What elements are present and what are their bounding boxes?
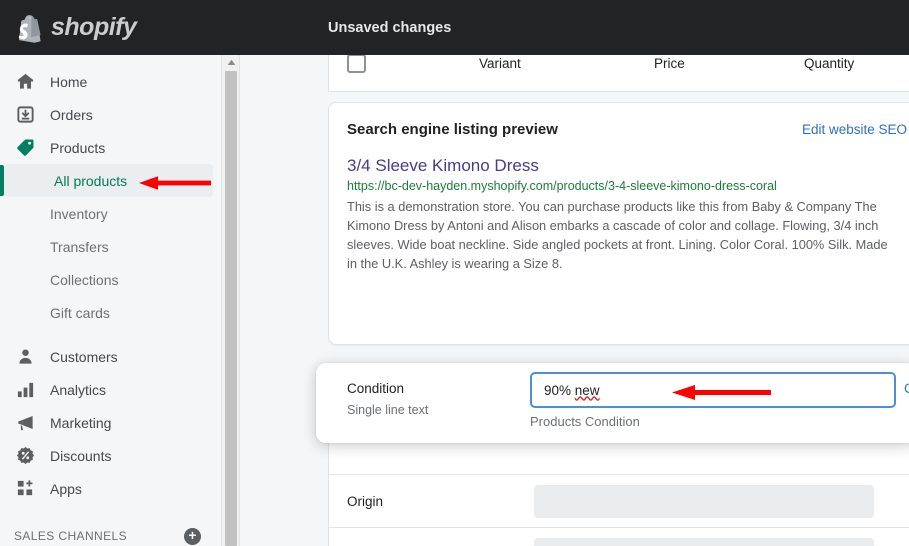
sidebar-item-all-products[interactable]: All products bbox=[4, 164, 213, 197]
apps-icon bbox=[14, 478, 36, 500]
orders-icon bbox=[14, 104, 36, 126]
sidebar-item-label: Discounts bbox=[50, 448, 111, 464]
sidebar-item-label: Collections bbox=[50, 272, 118, 288]
condition-field-type-hint: Single line text bbox=[347, 403, 428, 417]
page-gutter bbox=[240, 55, 328, 546]
sidebar-item-marketing[interactable]: Marketing bbox=[0, 406, 221, 439]
condition-value-misspelled-word: new bbox=[575, 383, 600, 398]
sidebar-item-inventory[interactable]: Inventory bbox=[0, 197, 213, 230]
sidebar-item-label: Customers bbox=[50, 349, 118, 365]
home-icon bbox=[14, 71, 36, 93]
unsaved-changes-status: Unsaved changes bbox=[328, 20, 451, 36]
seo-result-description: This is a demonstration store. You can p… bbox=[347, 197, 896, 273]
shopify-bag-icon bbox=[16, 13, 44, 43]
condition-value-input[interactable]: 90% new bbox=[530, 372, 896, 408]
customers-icon bbox=[14, 346, 36, 368]
plus-circle-icon[interactable]: + bbox=[184, 528, 201, 545]
seo-card-header: Search engine listing preview Edit websi… bbox=[347, 121, 907, 138]
main-content: Variant Price Quantity Search engine lis… bbox=[328, 55, 909, 546]
products-tag-icon bbox=[14, 137, 36, 159]
sidebar-item-transfers[interactable]: Transfers bbox=[0, 230, 213, 263]
seo-result-url: https://bc-dev-hayden.myshopify.com/prod… bbox=[347, 179, 907, 193]
condition-input-text: 90% new bbox=[544, 383, 600, 398]
sales-channels-label: SALES CHANNELS bbox=[14, 529, 127, 543]
column-header-variant: Variant bbox=[479, 56, 521, 71]
condition-field-overlay: Condition Single line text 90% new Produ… bbox=[316, 363, 909, 443]
top-bar: shopify Unsaved changes bbox=[0, 0, 909, 55]
analytics-icon bbox=[14, 379, 36, 401]
sidebar-scrollbar[interactable] bbox=[222, 55, 240, 546]
sales-channels-section: SALES CHANNELS + bbox=[0, 521, 221, 546]
sidebar-item-label: Orders bbox=[50, 107, 93, 123]
sidebar-item-label: Products bbox=[50, 140, 105, 156]
edit-website-seo-link[interactable]: Edit website SEO bbox=[802, 122, 907, 137]
scrollbar-thumb[interactable] bbox=[225, 71, 237, 546]
checkbox-unchecked-icon[interactable] bbox=[347, 55, 366, 73]
sidebar-item-label: Home bbox=[50, 74, 87, 90]
sidebar-item-label: Transfers bbox=[50, 239, 109, 255]
shopify-logo[interactable]: shopify bbox=[16, 13, 136, 43]
sidebar-item-gift-cards[interactable]: Gift cards bbox=[0, 296, 213, 329]
condition-field-label: Condition bbox=[347, 381, 404, 396]
sidebar-item-label: Analytics bbox=[50, 382, 106, 398]
metafield-name: Origin bbox=[347, 494, 534, 509]
sidebar-item-label: Marketing bbox=[50, 415, 111, 431]
metafield-value-placeholder[interactable] bbox=[534, 538, 874, 546]
column-header-price: Price bbox=[654, 56, 685, 71]
sidebar-item-apps[interactable]: Apps bbox=[0, 472, 221, 505]
column-header-quantity: Quantity bbox=[804, 56, 854, 71]
sidebar-item-collections[interactable]: Collections bbox=[0, 263, 213, 296]
nav-spacer bbox=[0, 329, 221, 340]
sidebar-item-products[interactable]: Products bbox=[0, 131, 221, 164]
sidebar-item-label: Apps bbox=[50, 481, 82, 497]
sidebar-item-label: All products bbox=[54, 173, 127, 189]
sidebar-item-label: Inventory bbox=[50, 206, 108, 222]
sidebar-item-analytics[interactable]: Analytics bbox=[0, 373, 221, 406]
discounts-icon bbox=[14, 445, 36, 467]
seo-result-title[interactable]: 3/4 Sleeve Kimono Dress bbox=[347, 156, 907, 176]
sidebar-item-home[interactable]: Home bbox=[0, 65, 221, 98]
sidebar-item-orders[interactable]: Orders bbox=[0, 98, 221, 131]
seo-preview-card: Search engine listing preview Edit websi… bbox=[328, 102, 909, 345]
condition-value-prefix: 90% bbox=[544, 383, 575, 398]
scroll-up-arrow-icon[interactable] bbox=[222, 55, 240, 69]
seo-card-title: Search engine listing preview bbox=[347, 121, 558, 138]
metafield-row-origin[interactable]: Origin bbox=[329, 475, 909, 528]
marketing-megaphone-icon bbox=[14, 412, 36, 434]
metafield-value-placeholder[interactable] bbox=[534, 485, 874, 518]
sidebar-item-label: Gift cards bbox=[50, 305, 110, 321]
sidebar-item-discounts[interactable]: Discounts bbox=[0, 439, 221, 472]
condition-trailing-clipped-text[interactable]: C bbox=[904, 381, 909, 396]
sidebar-item-customers[interactable]: Customers bbox=[0, 340, 221, 373]
condition-help-text: Products Condition bbox=[530, 414, 640, 429]
metafield-row-season[interactable]: Season bbox=[329, 528, 909, 546]
sidebar-nav: Home Orders Products All products Invent… bbox=[0, 55, 222, 546]
brand-name: shopify bbox=[51, 13, 136, 42]
variants-table-header: Variant Price Quantity bbox=[328, 55, 909, 92]
